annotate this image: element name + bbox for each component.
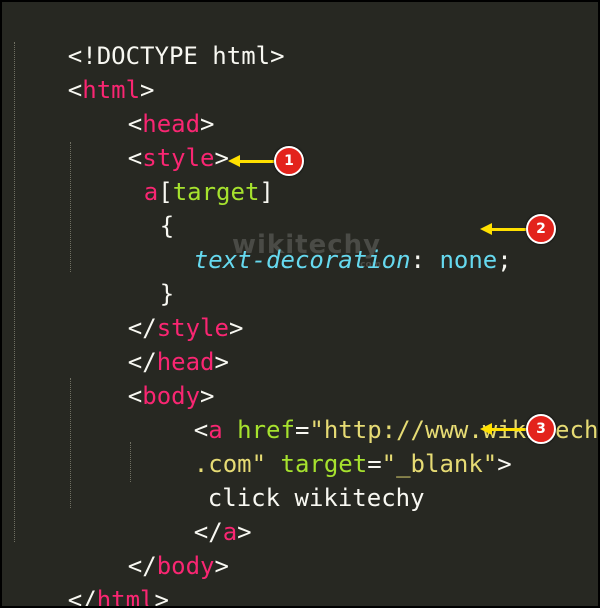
annotation-badge-1: 1: [274, 146, 304, 176]
code-line-style-close: </style>: [127, 314, 244, 342]
code-line-anchor-target: .com" target="_blank">: [193, 450, 512, 478]
css-property: text-decoration: [193, 246, 411, 274]
code-line-anchor-close: </a>: [193, 518, 252, 546]
html-close-tag: html: [96, 586, 155, 608]
css-value: none: [439, 246, 498, 274]
code-line-brace-close: }: [102, 243, 174, 308]
code-line-body-open: <body>: [127, 382, 215, 410]
code-line-anchor-open: <a href="http://www.wikitechy: [136, 379, 598, 444]
arrow-left-icon: [480, 423, 492, 435]
code-line-body-close: </body>: [127, 552, 229, 580]
code-line-declaration: text-decoration: none;: [193, 246, 512, 274]
annotation-arrow-3: 3: [480, 414, 556, 444]
indent-guide: [130, 442, 131, 482]
code-line-html-open: <html>: [67, 76, 155, 104]
code-line-doctype: <!DOCTYPE html>: [10, 5, 285, 70]
code-line-link-text: click wikitechy: [150, 447, 425, 512]
code-line-brace-open: {: [102, 175, 174, 240]
selector-attribute: target: [172, 178, 260, 206]
arrow-left-icon: [480, 223, 492, 235]
arrow-left-icon: [228, 155, 240, 167]
code-line-style-open: <style>: [127, 144, 229, 172]
code-editor: wikitechy .com <!DOCTYPE html> <html> <he…: [0, 0, 600, 608]
annotation-badge-2: 2: [526, 214, 556, 244]
code-line-head-close: </head>: [127, 348, 229, 376]
annotation-arrow-1: 1: [228, 146, 304, 176]
annotation-arrow-2: 2: [480, 214, 556, 244]
code-line-html-close: </html>: [10, 549, 169, 606]
annotation-badge-3: 3: [526, 414, 556, 444]
code-line-head-open: <head>: [127, 110, 215, 138]
